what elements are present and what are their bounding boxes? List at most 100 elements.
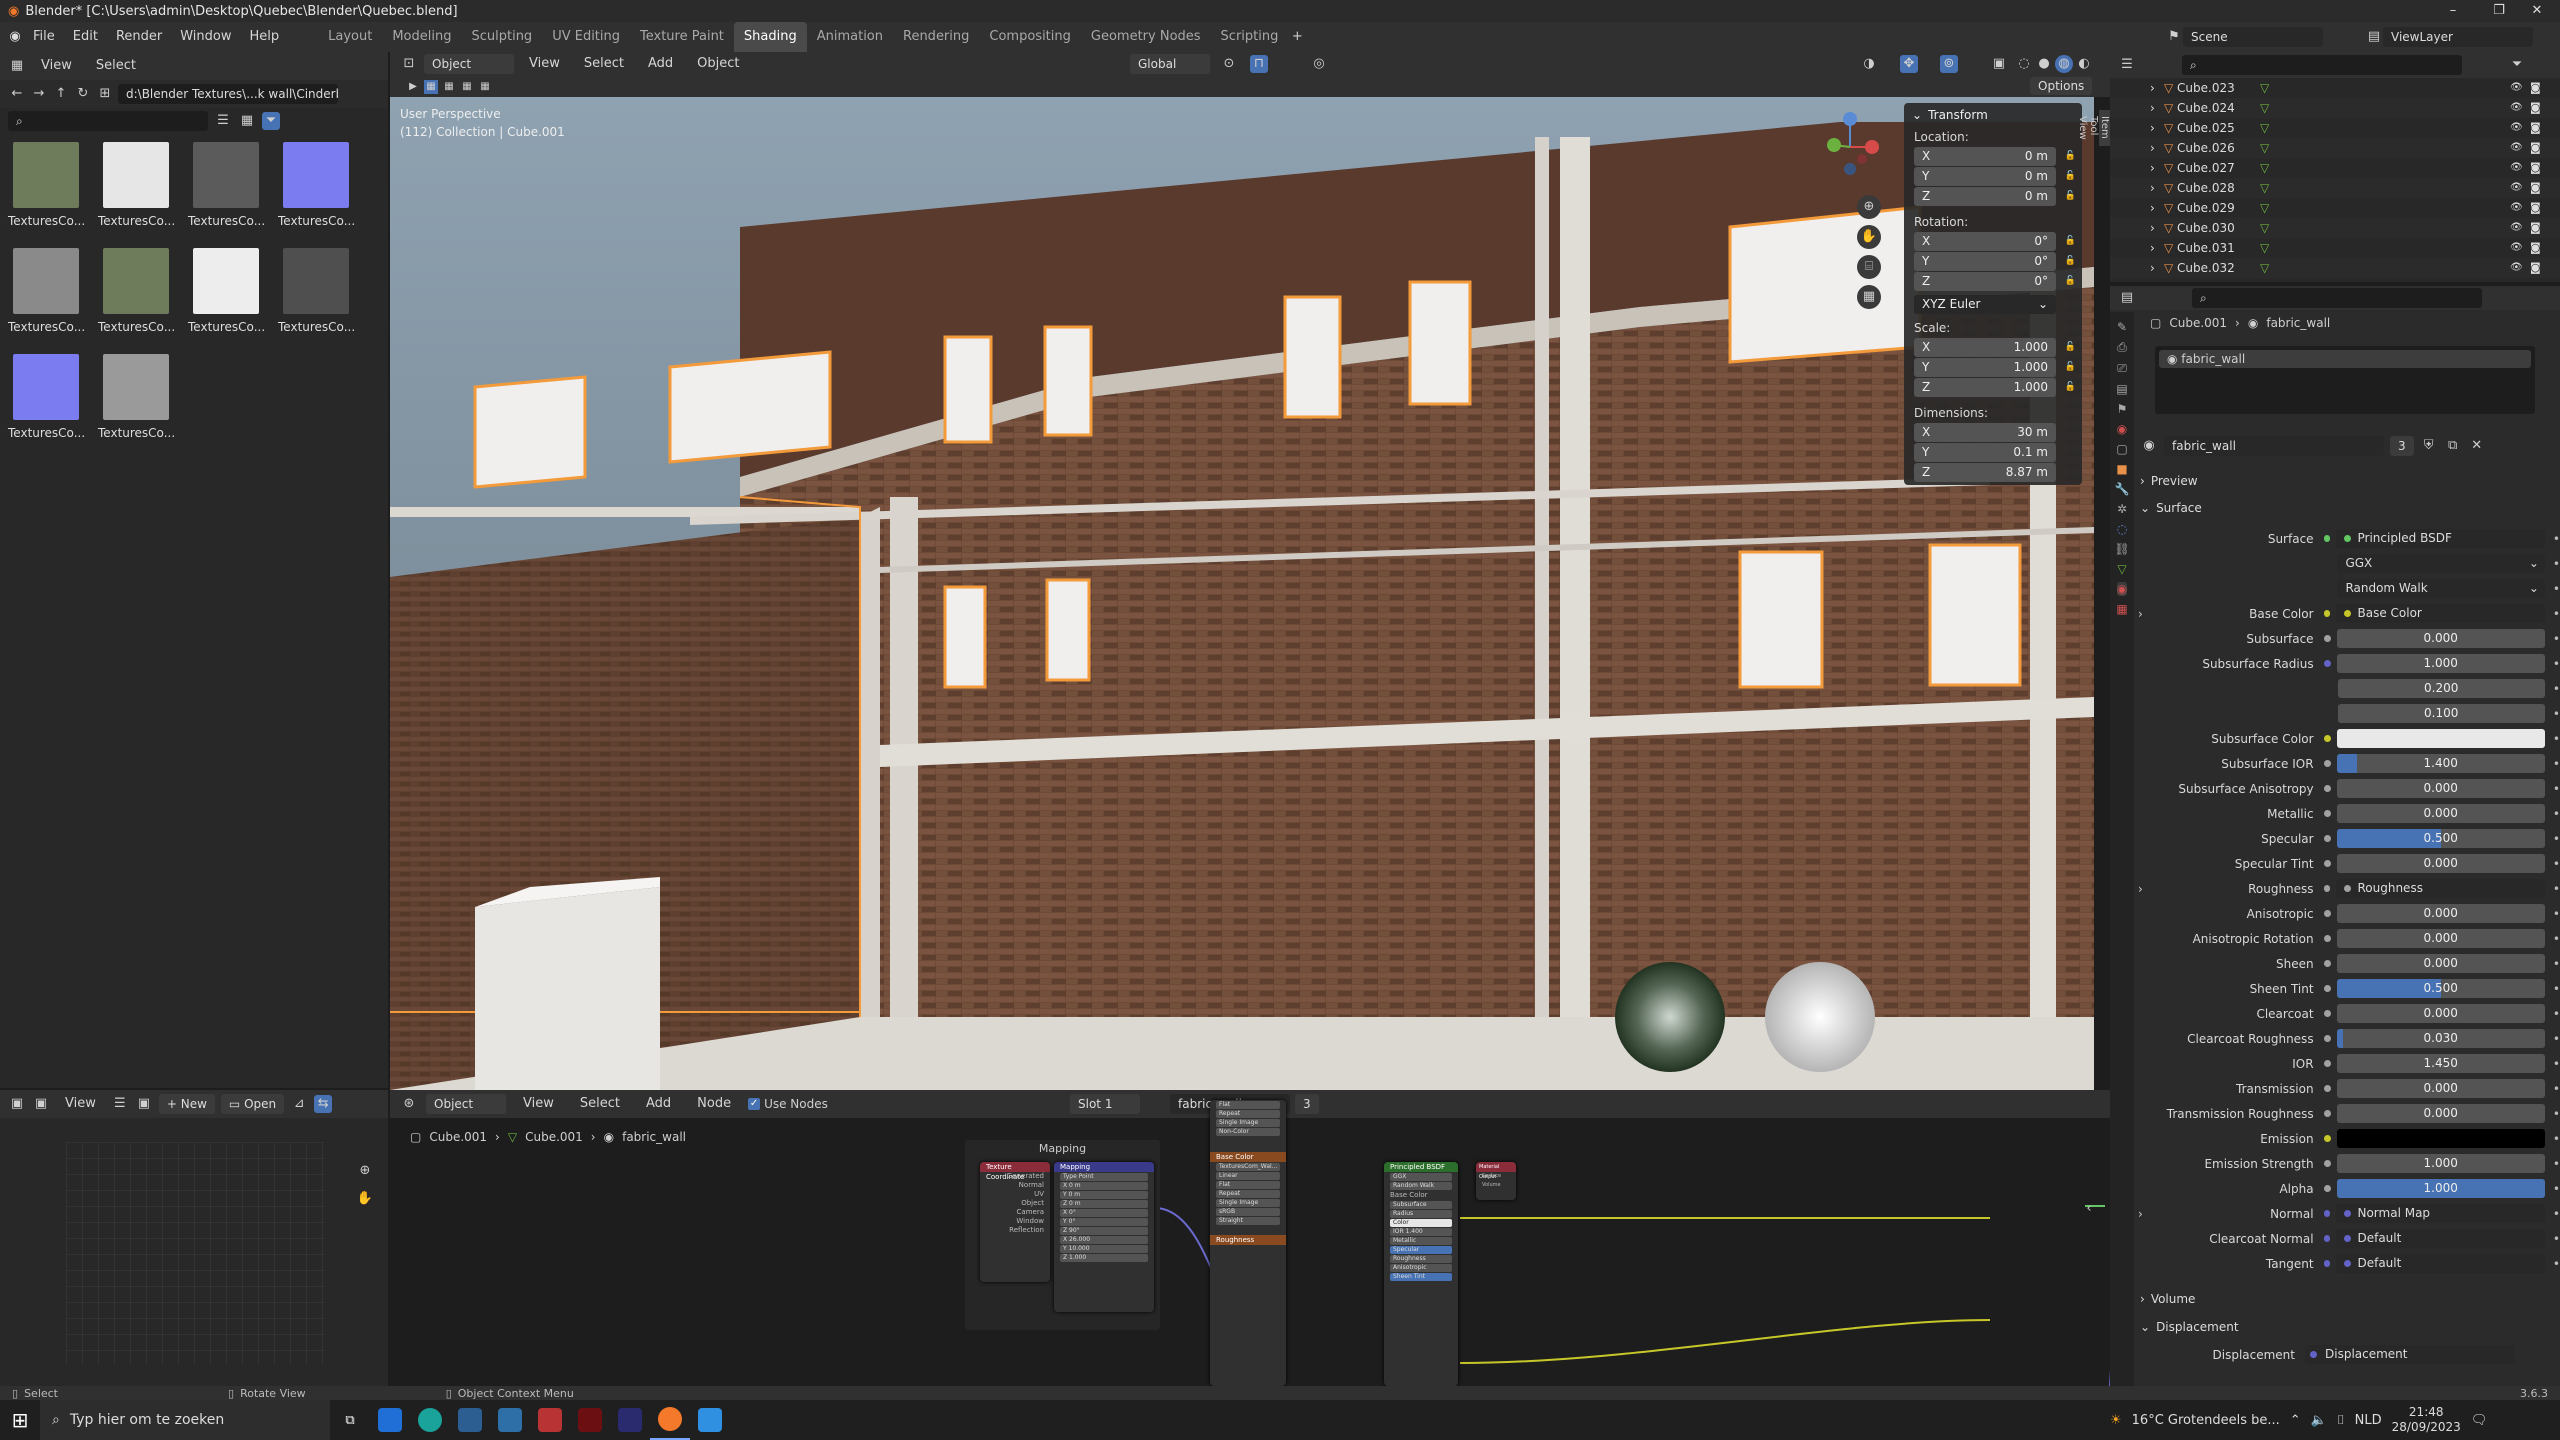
camera-icon[interactable]: ◙: [2530, 218, 2541, 238]
keyframe-dot-icon[interactable]: •: [2553, 532, 2560, 546]
pan-hand-icon[interactable]: ✋: [356, 1190, 374, 1208]
forward-icon[interactable]: →: [30, 85, 48, 103]
view-layer-tab-icon[interactable]: ▤: [2116, 382, 2127, 396]
location-x-field[interactable]: X 0 m 🔓: [1914, 147, 2076, 166]
gizmo-icon[interactable]: ✥: [1900, 55, 1918, 73]
camera-icon[interactable]: ◙: [2530, 178, 2541, 198]
prop-value-field[interactable]: 0.500: [2336, 979, 2545, 998]
color-swatch[interactable]: [2336, 729, 2545, 748]
keyframe-dot-icon[interactable]: •: [2553, 1007, 2560, 1021]
uv-sync-icon[interactable]: ⇆: [314, 1095, 333, 1113]
prop-value-field[interactable]: 0.030: [2336, 1029, 2545, 1048]
editor-type-icon[interactable]: ▦: [8, 57, 26, 75]
blender-menu-icon[interactable]: ◉: [6, 28, 24, 46]
lock-icon[interactable]: 🔓: [2065, 378, 2076, 397]
prop-value-field[interactable]: 0.200: [2337, 679, 2545, 698]
prop-value-field[interactable]: 1.000: [2336, 654, 2545, 673]
menu-help[interactable]: Help: [241, 22, 289, 52]
collection-tab-icon[interactable]: ▢: [2116, 442, 2127, 456]
output-tab-icon[interactable]: ⎚: [2117, 361, 2127, 376]
prop-value-field[interactable]: 1.000: [2336, 1154, 2545, 1173]
outliner-item[interactable]: › ▽ Cube.032 ▽ 👁 ◙: [2110, 258, 2560, 278]
select-intersect-icon[interactable]: ▦: [478, 80, 492, 94]
menu-file[interactable]: File: [24, 22, 64, 52]
socket-icon[interactable]: [2323, 935, 2331, 942]
refresh-icon[interactable]: ↻: [74, 85, 92, 103]
prop-value-field[interactable]: 0.500: [2336, 829, 2545, 848]
options-dropdown[interactable]: Options: [2030, 77, 2093, 95]
menu-window[interactable]: Window: [171, 22, 240, 52]
language-indicator[interactable]: NLD: [2355, 1413, 2382, 1428]
socket-icon[interactable]: [2323, 735, 2331, 742]
lock-icon[interactable]: 🔓: [2065, 147, 2076, 166]
texture-thumbnail[interactable]: TexturesCo...: [278, 248, 355, 334]
keyframe-dot-icon[interactable]: •: [2553, 757, 2560, 771]
snap-icon[interactable]: ⊓: [1250, 55, 1268, 73]
keyframe-dot-icon[interactable]: •: [2553, 1257, 2560, 1271]
preview-panel-header[interactable]: › Preview: [2140, 470, 2198, 492]
vp-menu-add[interactable]: Add: [639, 52, 682, 76]
fake-user-icon[interactable]: ⛨: [2420, 437, 2438, 455]
eye-icon[interactable]: 👁: [2510, 238, 2523, 258]
keyframe-dot-icon[interactable]: •: [2553, 982, 2560, 996]
keyframe-dot-icon[interactable]: •: [2553, 857, 2560, 871]
lock-icon[interactable]: 🔓: [2065, 338, 2076, 357]
proportional-edit-icon[interactable]: ◎: [1310, 55, 1328, 73]
network-icon[interactable]: ⌷: [2337, 1413, 2345, 1428]
dimensions-x-field[interactable]: X 30 m: [1914, 423, 2056, 442]
keyframe-dot-icon[interactable]: •: [2553, 1032, 2560, 1046]
prop-value-field[interactable]: 0.000: [2336, 629, 2545, 648]
prop-value-field[interactable]: 1.000: [2336, 1179, 2545, 1198]
socket-icon[interactable]: [2323, 1235, 2331, 1242]
list-view-icon[interactable]: ☰: [214, 112, 232, 130]
material-output-node[interactable]: Material Output SurfaceVolume: [1476, 1162, 1516, 1200]
surface-panel-header[interactable]: ⌄ Surface: [2140, 497, 2202, 519]
filter-icon[interactable]: ⏷: [262, 112, 280, 130]
material-name-field[interactable]: fabric_wall: [2164, 436, 2384, 456]
pin-icon[interactable]: ⊿: [290, 1095, 308, 1113]
keyframe-dot-icon[interactable]: •: [2553, 632, 2560, 646]
prop-link-field[interactable]: Normal Map: [2336, 1204, 2545, 1223]
particles-tab-icon[interactable]: ✲: [2117, 502, 2127, 516]
menu-icon[interactable]: ☰: [111, 1095, 129, 1113]
viewlayer-selector[interactable]: ▤ ViewLayer: [2365, 27, 2533, 47]
prop-link-field[interactable]: Roughness: [2336, 879, 2545, 898]
keyframe-dot-icon[interactable]: •: [2553, 607, 2560, 621]
eye-icon[interactable]: 👁: [2510, 218, 2523, 238]
socket-icon[interactable]: [2323, 960, 2331, 967]
expand-arrow-icon[interactable]: ›: [2150, 198, 2155, 218]
minimize-button[interactable]: –: [2430, 0, 2476, 22]
start-button[interactable]: ⊞: [0, 1400, 40, 1440]
open-image-button[interactable]: ▭ Open: [220, 1094, 285, 1114]
scene-selector[interactable]: ⚑ Scene: [2165, 27, 2323, 47]
eye-icon[interactable]: 👁: [2510, 78, 2523, 98]
image-canvas[interactable]: [66, 1142, 324, 1364]
app-icon-4[interactable]: [570, 1400, 610, 1440]
select-extend-icon[interactable]: ▦: [442, 80, 456, 94]
ortho-toggle-icon[interactable]: ▦: [1857, 285, 1881, 309]
fb-menu-view[interactable]: View: [32, 52, 81, 80]
outliner-item[interactable]: › ▽ Cube.026 ▽ 👁 ◙: [2110, 138, 2560, 158]
material-slot-list[interactable]: ◉ fabric_wall: [2155, 346, 2535, 414]
navigation-gizmo[interactable]: [1810, 107, 1890, 187]
3d-viewport[interactable]: User Perspective (112) Collection | Cube…: [390, 97, 2094, 1090]
rotation-x-field[interactable]: X 0° 🔓: [1914, 232, 2076, 251]
edge-app-icon[interactable]: [410, 1400, 450, 1440]
prop-link-field[interactable]: Base Color: [2336, 604, 2545, 623]
scene-field[interactable]: Scene: [2183, 27, 2323, 47]
visibility-icon[interactable]: ◑: [1860, 55, 1878, 73]
shading-material-icon[interactable]: ◍: [2055, 55, 2073, 73]
prop-value-field[interactable]: 0.000: [2336, 954, 2545, 973]
socket-icon[interactable]: [2323, 1185, 2331, 1192]
location-y-field[interactable]: Y 0 m 🔓: [1914, 167, 2076, 186]
socket-icon[interactable]: [2323, 785, 2331, 792]
tab-scripting[interactable]: Scripting: [1211, 22, 1289, 52]
fb-menu-select[interactable]: Select: [87, 52, 145, 80]
texture-coordinate-node[interactable]: Texture Coordinate Generated Normal UV Obj…: [980, 1162, 1050, 1282]
keyframe-dot-icon[interactable]: •: [2553, 782, 2560, 796]
keyframe-dot-icon[interactable]: •: [2553, 1157, 2560, 1171]
outliner-search-input[interactable]: ⌕: [2182, 55, 2462, 75]
scale-z-field[interactable]: Z 1.000 🔓: [1914, 378, 2076, 397]
camera-icon[interactable]: ◙: [2530, 138, 2541, 158]
properties-editor-icon[interactable]: ▤: [2118, 289, 2136, 307]
